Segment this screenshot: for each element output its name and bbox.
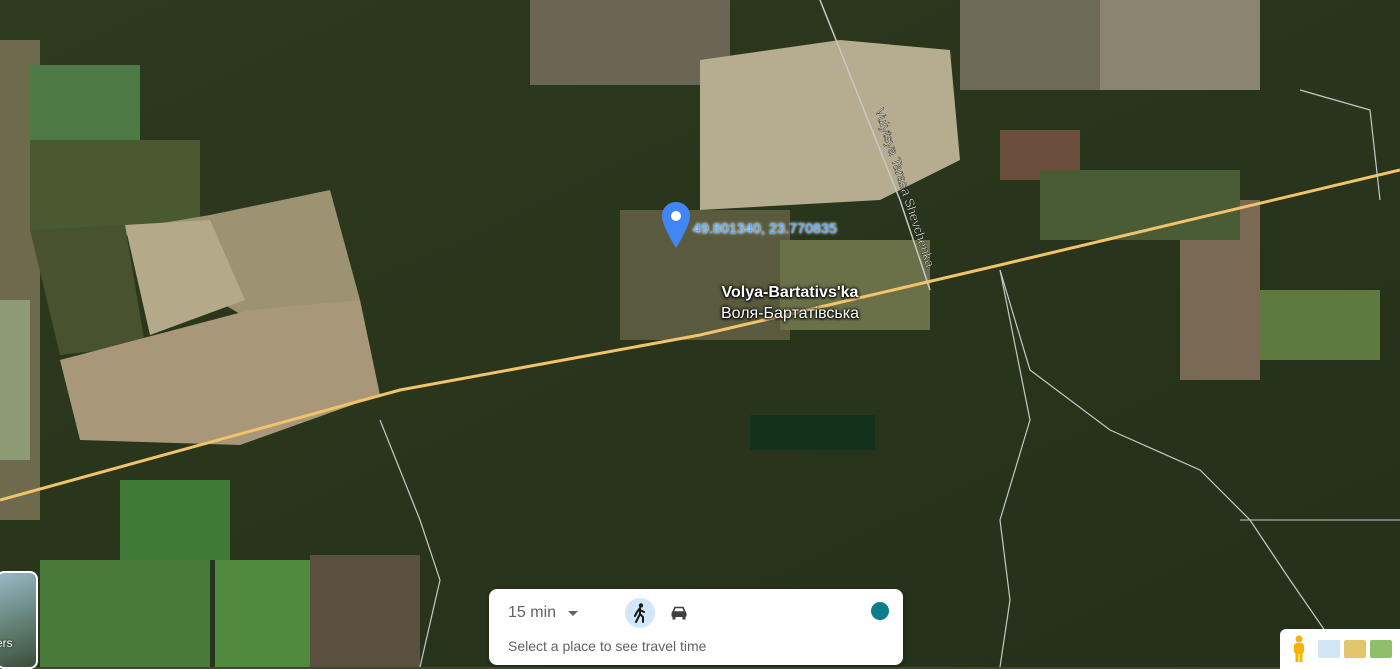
travel-time-value: 15 min <box>508 604 557 621</box>
travel-time-dropdown[interactable]: 15 min <box>508 604 579 622</box>
travel-time-card: 15 min Select a place to see travel time <box>489 589 903 665</box>
car-icon <box>671 606 687 620</box>
satellite-thumbnail[interactable] <box>1370 640 1392 658</box>
walk-icon <box>634 603 645 623</box>
travel-time-toggle[interactable] <box>871 602 889 620</box>
layers-label: ers <box>0 636 13 650</box>
place-name-label[interactable]: Volya-Bartativs'ka Воля-Бартатівська <box>690 282 890 324</box>
map-thumbnail[interactable] <box>1318 640 1340 658</box>
place-name-latin: Volya-Bartativs'ka <box>721 284 859 301</box>
caret-down-icon <box>568 610 579 616</box>
bottom-map-tools <box>1280 629 1400 669</box>
pin-coordinates-label: 49.801340, 23.770835 <box>693 220 838 236</box>
layers-button[interactable]: ers <box>0 571 38 669</box>
travel-time-hint: Select a place to see travel time <box>508 638 707 654</box>
walk-mode-button[interactable] <box>625 598 655 628</box>
place-name-cyrillic: Воля-Бартатівська <box>721 305 859 322</box>
pegman-icon[interactable] <box>1286 632 1312 666</box>
map-type-thumbnails <box>1318 640 1392 658</box>
terrain-thumbnail[interactable] <box>1344 640 1366 658</box>
drive-mode-button[interactable] <box>667 601 691 625</box>
satellite-map[interactable]: Vulytsya Tarasa Shevchenka <box>0 0 1400 667</box>
location-pin-icon[interactable] <box>661 202 691 248</box>
